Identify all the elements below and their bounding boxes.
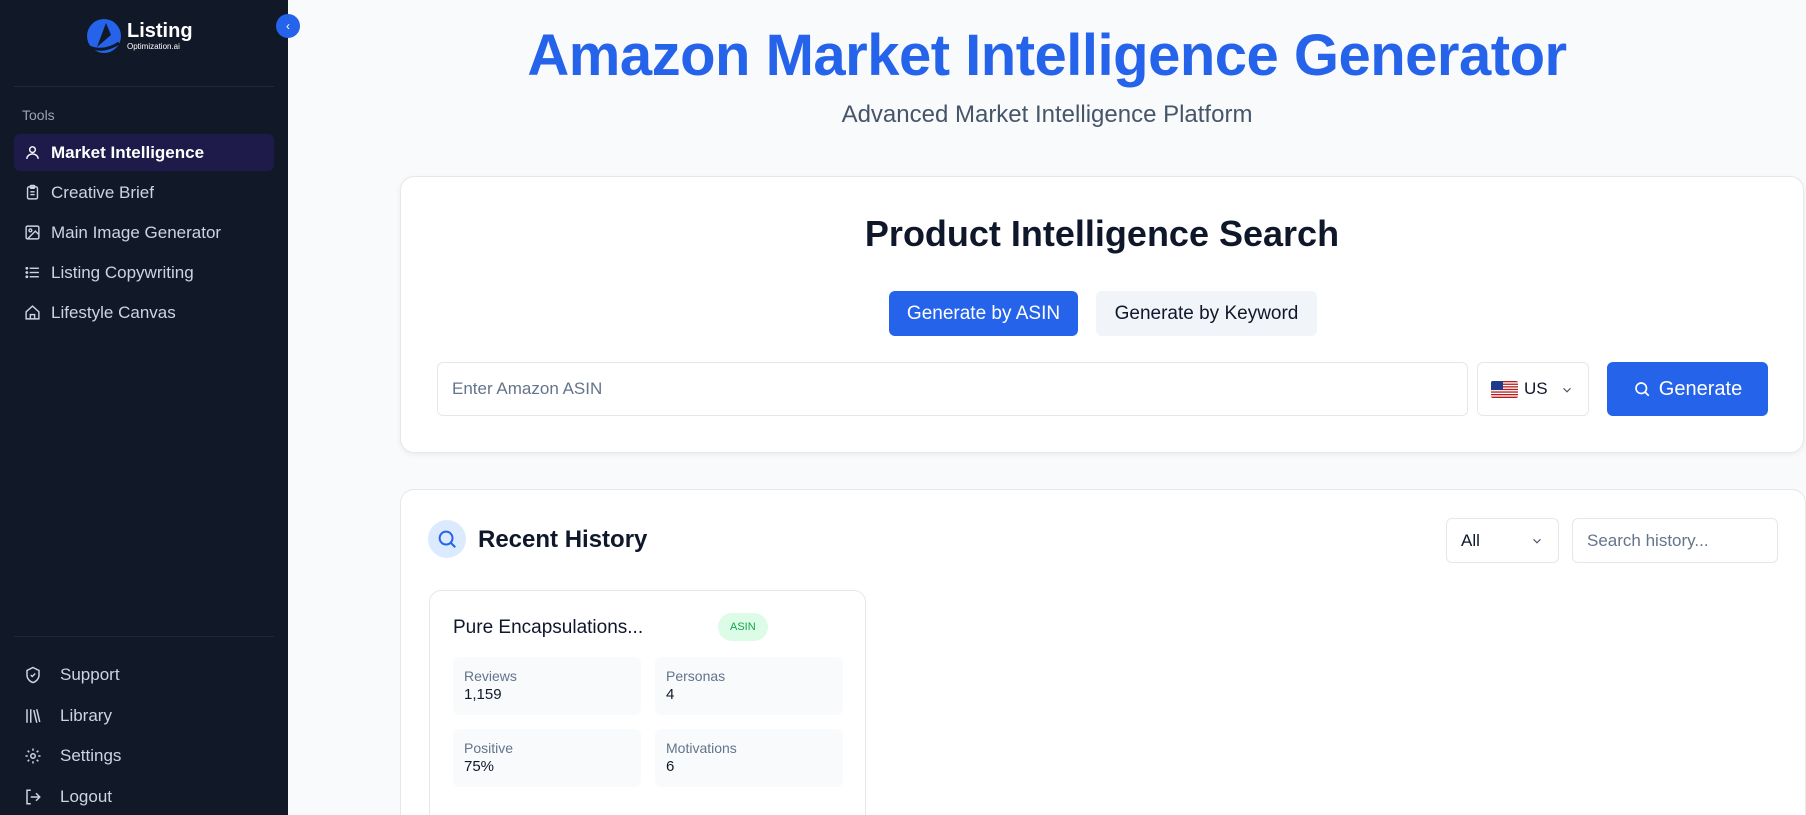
brand-logo[interactable]: Listing Optimization.ai	[85, 16, 193, 56]
sidebar-item-creative-brief[interactable]: Creative Brief	[14, 174, 274, 211]
library-icon	[26, 709, 41, 723]
user-icon	[26, 146, 39, 159]
list-icon	[25, 266, 39, 279]
stat-value: 75%	[464, 758, 495, 775]
stat-label: Motivations	[666, 740, 737, 756]
sidebar-item-lifestyle-canvas[interactable]: Lifestyle Canvas	[14, 294, 274, 331]
sidebar-item-label: Main Image Generator	[51, 222, 222, 242]
clipboard-icon	[26, 184, 39, 200]
stat-reviews: Reviews 1,159	[453, 657, 641, 715]
brand-title: Listing	[127, 20, 193, 42]
status-badge: ASIN	[718, 613, 768, 641]
stat-label: Positive	[464, 740, 514, 756]
country-value: US	[1524, 379, 1548, 398]
generate-by-asin-tab[interactable]: Generate by ASIN	[889, 291, 1078, 336]
chevron-down-icon	[1533, 538, 1541, 544]
generate-label: Generate	[1658, 377, 1743, 400]
history-search-input[interactable]	[1572, 518, 1778, 563]
stat-value: 6	[666, 758, 675, 775]
stat-positive: Positive 75%	[453, 729, 641, 787]
sidebar-item-label: Settings	[60, 746, 122, 765]
stat-label: Personas	[666, 668, 726, 684]
sidebar-item-market-intelligence[interactable]: Market Intelligence	[14, 134, 274, 171]
home-icon	[25, 305, 40, 320]
sidebar-divider	[14, 636, 274, 637]
history-filter-select[interactable]: All	[1446, 518, 1559, 563]
history-item-card[interactable]: Pure Encapsulations... ASIN Reviews 1,15…	[429, 590, 866, 815]
page-title: Amazon Market Intelligence Generator	[527, 23, 1567, 88]
filter-value: All	[1461, 530, 1480, 550]
product-name: Pure Encapsulations...	[453, 617, 644, 638]
stat-value: 4	[666, 686, 675, 703]
sidebar-item-label: Market Intelligence	[51, 142, 205, 162]
chevron-left-icon: ‹	[286, 19, 290, 33]
gear-icon	[25, 748, 41, 764]
shield-icon	[26, 666, 40, 684]
sidebar: Listing Optimization.ai Tools Market Int…	[0, 0, 288, 815]
stat-label: Reviews	[464, 668, 517, 684]
history-title: Recent History	[478, 526, 648, 553]
sidebar-item-listing-copywriting[interactable]: Listing Copywriting	[14, 254, 274, 291]
sidebar-item-label: Support	[60, 665, 120, 684]
search-icon	[1634, 382, 1650, 397]
history-search-icon	[428, 520, 466, 558]
stat-value: 1,159	[464, 686, 502, 703]
search-title: Product Intelligence Search	[864, 213, 1340, 254]
generate-button[interactable]: Generate	[1607, 362, 1768, 416]
image-icon	[25, 225, 40, 240]
sidebar-item-settings[interactable]: Settings	[24, 741, 121, 771]
collapse-sidebar-button[interactable]: ‹	[276, 14, 300, 38]
generate-by-keyword-tab[interactable]: Generate by Keyword	[1096, 291, 1317, 336]
stat-personas: Personas 4	[655, 657, 843, 715]
sidebar-item-label: Logout	[60, 787, 112, 806]
sidebar-item-label: Creative Brief	[51, 182, 154, 202]
country-select[interactable]: US	[1477, 362, 1589, 416]
sidebar-item-label: Listing Copywriting	[51, 262, 194, 282]
sidebar-item-label: Lifestyle Canvas	[51, 302, 176, 322]
sidebar-divider	[14, 86, 274, 87]
product-search-card: Product Intelligence Search Generate by …	[400, 176, 1804, 453]
logo-icon	[85, 17, 123, 55]
sidebar-item-main-image-generator[interactable]: Main Image Generator	[14, 214, 274, 251]
page-subtitle: Advanced Market Intelligence Platform	[841, 101, 1253, 128]
logout-icon	[26, 789, 41, 805]
asin-input[interactable]	[437, 362, 1468, 416]
sidebar-item-support[interactable]: Support	[24, 660, 120, 690]
sidebar-section-label: Tools	[22, 107, 55, 123]
recent-history-card: Recent History All Pure Encapsulations..…	[400, 489, 1806, 815]
stat-motivations: Motivations 6	[655, 729, 843, 787]
chevron-down-icon	[1563, 387, 1571, 393]
sidebar-item-library[interactable]: Library	[24, 701, 112, 731]
us-flag-icon	[1491, 380, 1518, 398]
sidebar-item-logout[interactable]: Logout	[24, 782, 112, 812]
sidebar-item-label: Library	[60, 706, 112, 725]
brand-subtitle: Optimization.ai	[127, 42, 180, 51]
